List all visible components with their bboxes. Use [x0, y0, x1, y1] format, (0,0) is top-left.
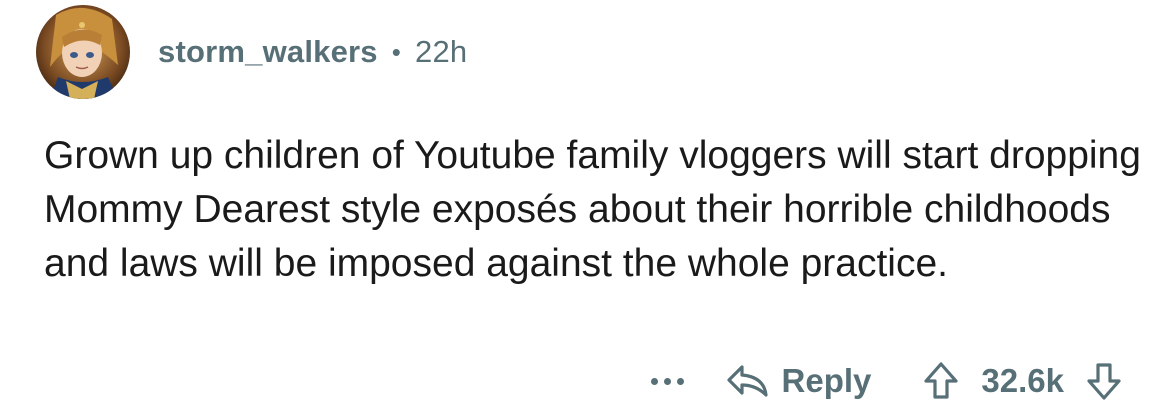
dot-3 [676, 377, 684, 385]
dot-1 [650, 377, 658, 385]
comment-header: storm_walkers • 22h [36, 5, 467, 99]
avatar-image [36, 5, 130, 99]
reply-button[interactable]: Reply [726, 362, 872, 400]
username-link[interactable]: storm_walkers [158, 34, 378, 70]
comment: storm_walkers • 22h Grown up children of… [0, 0, 1170, 409]
avatar[interactable] [36, 5, 130, 99]
reply-arrow-icon [726, 365, 768, 397]
vote-controls: 32.6k [923, 361, 1122, 401]
meta-separator: • [391, 36, 402, 67]
comment-body: Grown up children of Youtube family vlog… [44, 134, 1141, 285]
vote-score: 32.6k [981, 362, 1064, 399]
upvote-arrow-icon[interactable] [923, 361, 959, 401]
timestamp: 22h [415, 34, 468, 69]
downvote-arrow-icon[interactable] [1086, 361, 1122, 401]
more-dots-icon[interactable] [650, 377, 684, 385]
dot-2 [663, 377, 671, 385]
reply-label: Reply [781, 362, 872, 399]
comment-meta: storm_walkers • 22h [158, 34, 467, 70]
comment-actions: Reply 32.6k [650, 356, 1122, 406]
